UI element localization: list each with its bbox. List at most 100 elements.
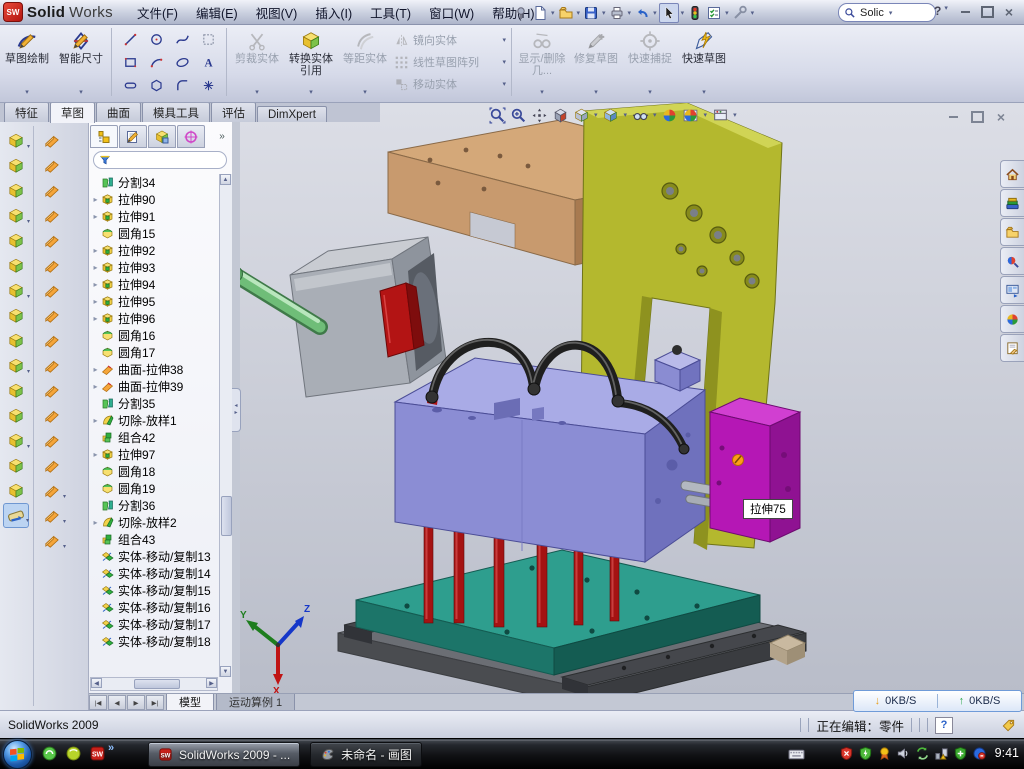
dropdown-arrow-icon[interactable]: ▾ — [681, 9, 685, 17]
messenger-icon[interactable] — [40, 744, 58, 762]
dropdown-arrow-icon[interactable]: ▾ — [733, 111, 737, 119]
tree-item[interactable]: 实体-移动/复制16 — [90, 599, 220, 616]
pan-3d-icon[interactable] — [530, 106, 548, 124]
dropdown-arrow-icon[interactable]: ▾ — [751, 9, 755, 17]
expand-arrow-icon[interactable]: ▸ — [90, 314, 101, 323]
pane-overflow-icon[interactable]: » — [214, 131, 230, 142]
spline-tool-icon[interactable] — [3, 478, 29, 503]
cm-button-sketch[interactable]: 草图绘制▾ — [0, 26, 54, 98]
tree-item[interactable]: ▸切除-放样1 — [90, 412, 220, 429]
circle-tool-icon[interactable] — [143, 28, 169, 51]
tree-item[interactable]: 实体-移动/复制18 — [90, 633, 220, 650]
motion-nav-2[interactable]: ▶ — [127, 695, 145, 710]
view-palette-tab[interactable] — [1000, 276, 1024, 304]
cm-button-offset[interactable]: 等距实体▾ — [338, 26, 392, 98]
tree-item[interactable]: 组合42 — [90, 429, 220, 446]
zoom-fit-icon[interactable] — [488, 106, 506, 124]
scroll-left-icon[interactable]: ◀ — [91, 678, 102, 688]
propertymanager-tab[interactable] — [119, 125, 147, 148]
dropdown-arrow-icon[interactable]: ▾ — [63, 493, 66, 500]
rib-icon[interactable] — [3, 328, 29, 353]
radiate-surface-icon[interactable] — [39, 303, 65, 328]
tree-item[interactable]: ▸拉伸97 — [90, 446, 220, 463]
dropdown-arrow-icon[interactable]: ▾ — [594, 88, 598, 96]
expand-arrow-icon[interactable]: ▸ — [90, 365, 101, 374]
tree-item[interactable]: ▸拉伸90 — [90, 191, 220, 208]
expand-arrow-icon[interactable]: ▸ — [90, 518, 101, 527]
expand-arrow-icon[interactable]: ▸ — [90, 280, 101, 289]
design-library-tab[interactable] — [1000, 189, 1024, 217]
command-tab-2[interactable]: 曲面 — [96, 102, 141, 122]
help-button[interactable]: ?▾ — [934, 4, 949, 18]
instant3d-icon[interactable]: ▾ — [3, 503, 29, 528]
search-pane-tab[interactable] — [1000, 247, 1024, 275]
restore-button[interactable] — [978, 4, 996, 19]
curve-star-icon[interactable]: ▾ — [3, 428, 29, 453]
dropdown-arrow-icon[interactable]: ▾ — [27, 293, 30, 300]
network-warning-icon[interactable] — [933, 745, 949, 761]
tree-item[interactable]: 分割35 — [90, 395, 220, 412]
select-box-tool-icon[interactable] — [195, 28, 221, 51]
menubar-item-2[interactable]: 视图(V) — [247, 0, 307, 25]
search-input-value[interactable]: Solic — [860, 7, 884, 19]
tree-item[interactable]: ▸拉伸96 — [90, 310, 220, 327]
deform-icon[interactable] — [3, 453, 29, 478]
dropdown-arrow-icon[interactable]: ▾ — [255, 88, 259, 96]
apply-scene-icon[interactable] — [682, 106, 700, 124]
tree-item[interactable]: ▸曲面-拉伸39 — [90, 378, 220, 395]
menubar-item-0[interactable]: 文件(F) — [128, 0, 187, 25]
scroll-down-icon[interactable]: ▼ — [220, 666, 231, 677]
core-tool-icon[interactable]: ▾ — [39, 503, 65, 528]
cm-button-convert-entities[interactable]: 转换实体引用▾ — [284, 26, 338, 98]
doc-close-button[interactable]: × — [992, 109, 1010, 124]
tree-item[interactable]: ▸切除-放样2 — [90, 514, 220, 531]
extruded-boss-icon[interactable]: ▾ — [3, 128, 29, 153]
scroll-up-icon[interactable]: ▲ — [220, 174, 231, 185]
cm-button-quick-snap[interactable]: 快速捕捉▾ — [623, 26, 677, 98]
dropdown-arrow-icon[interactable]: ▾ — [26, 517, 29, 524]
tree-item[interactable]: 实体-移动/复制15 — [90, 582, 220, 599]
expand-arrow-icon[interactable]: ▸ — [90, 263, 101, 272]
menubar-item-1[interactable]: 编辑(E) — [187, 0, 247, 25]
expand-arrow-icon[interactable]: ▸ — [90, 382, 101, 391]
expand-arrow-icon[interactable]: ▸ — [90, 212, 101, 221]
cm-button-rapid-sketch[interactable]: 快速草图▾ — [677, 26, 731, 98]
tree-item[interactable]: ▸曲面-拉伸38 — [90, 361, 220, 378]
security-red-icon[interactable] — [838, 745, 854, 761]
knit-surface-icon[interactable] — [39, 328, 65, 353]
dropdown-arrow-icon[interactable]: ▾ — [27, 368, 30, 375]
tree-item[interactable]: 组合43 — [90, 531, 220, 548]
dropdown-arrow-icon[interactable]: ▾ — [704, 111, 708, 119]
command-tab-1[interactable]: 草图 — [50, 102, 95, 123]
new-doc-icon[interactable] — [531, 4, 549, 22]
section-view-icon[interactable] — [551, 106, 569, 124]
doc-minimize-button[interactable] — [944, 109, 962, 124]
model-tab-0[interactable]: 模型 — [166, 694, 214, 711]
expand-arrow-icon[interactable]: ▸ — [90, 246, 101, 255]
shield-green-icon[interactable] — [857, 745, 873, 761]
polygon-tool-icon[interactable] — [143, 74, 169, 97]
task-button-0[interactable]: SWSolidWorks 2009 - ... — [148, 742, 300, 767]
display-style-icon[interactable] — [602, 106, 620, 124]
move-copy-body-icon[interactable] — [3, 403, 29, 428]
hide-show-items-icon[interactable] — [631, 106, 649, 124]
sync-icon[interactable] — [914, 745, 930, 761]
quick-launch-overflow[interactable]: » — [108, 742, 114, 754]
dropdown-arrow-icon[interactable]: ▾ — [551, 9, 555, 17]
cm-button-move-entities[interactable]: 移动实体▾ — [392, 73, 508, 95]
boundary-surface-icon[interactable] — [39, 203, 65, 228]
dropdown-arrow-icon[interactable]: ▾ — [27, 443, 30, 450]
text-tool-icon[interactable]: A — [195, 51, 221, 74]
motion-nav-3[interactable]: ▶| — [146, 695, 164, 710]
tree-item[interactable]: 圆角17 — [90, 344, 220, 361]
dropdown-arrow-icon[interactable]: ▾ — [502, 80, 506, 88]
expand-arrow-icon[interactable]: ▸ — [90, 195, 101, 204]
badge-icon[interactable] — [876, 745, 892, 761]
cm-button-smart-dimension[interactable]: 智能尺寸▾ — [54, 26, 108, 98]
tree-item[interactable]: 圆角19 — [90, 480, 220, 497]
tree-item[interactable]: 实体-移动/复制13 — [90, 548, 220, 565]
dropdown-arrow-icon[interactable]: ▾ — [648, 88, 652, 96]
tree-item[interactable]: 实体-移动/复制14 — [90, 565, 220, 582]
tree-item[interactable]: 圆角16 — [90, 327, 220, 344]
file-explorer-tab[interactable] — [1000, 218, 1024, 246]
